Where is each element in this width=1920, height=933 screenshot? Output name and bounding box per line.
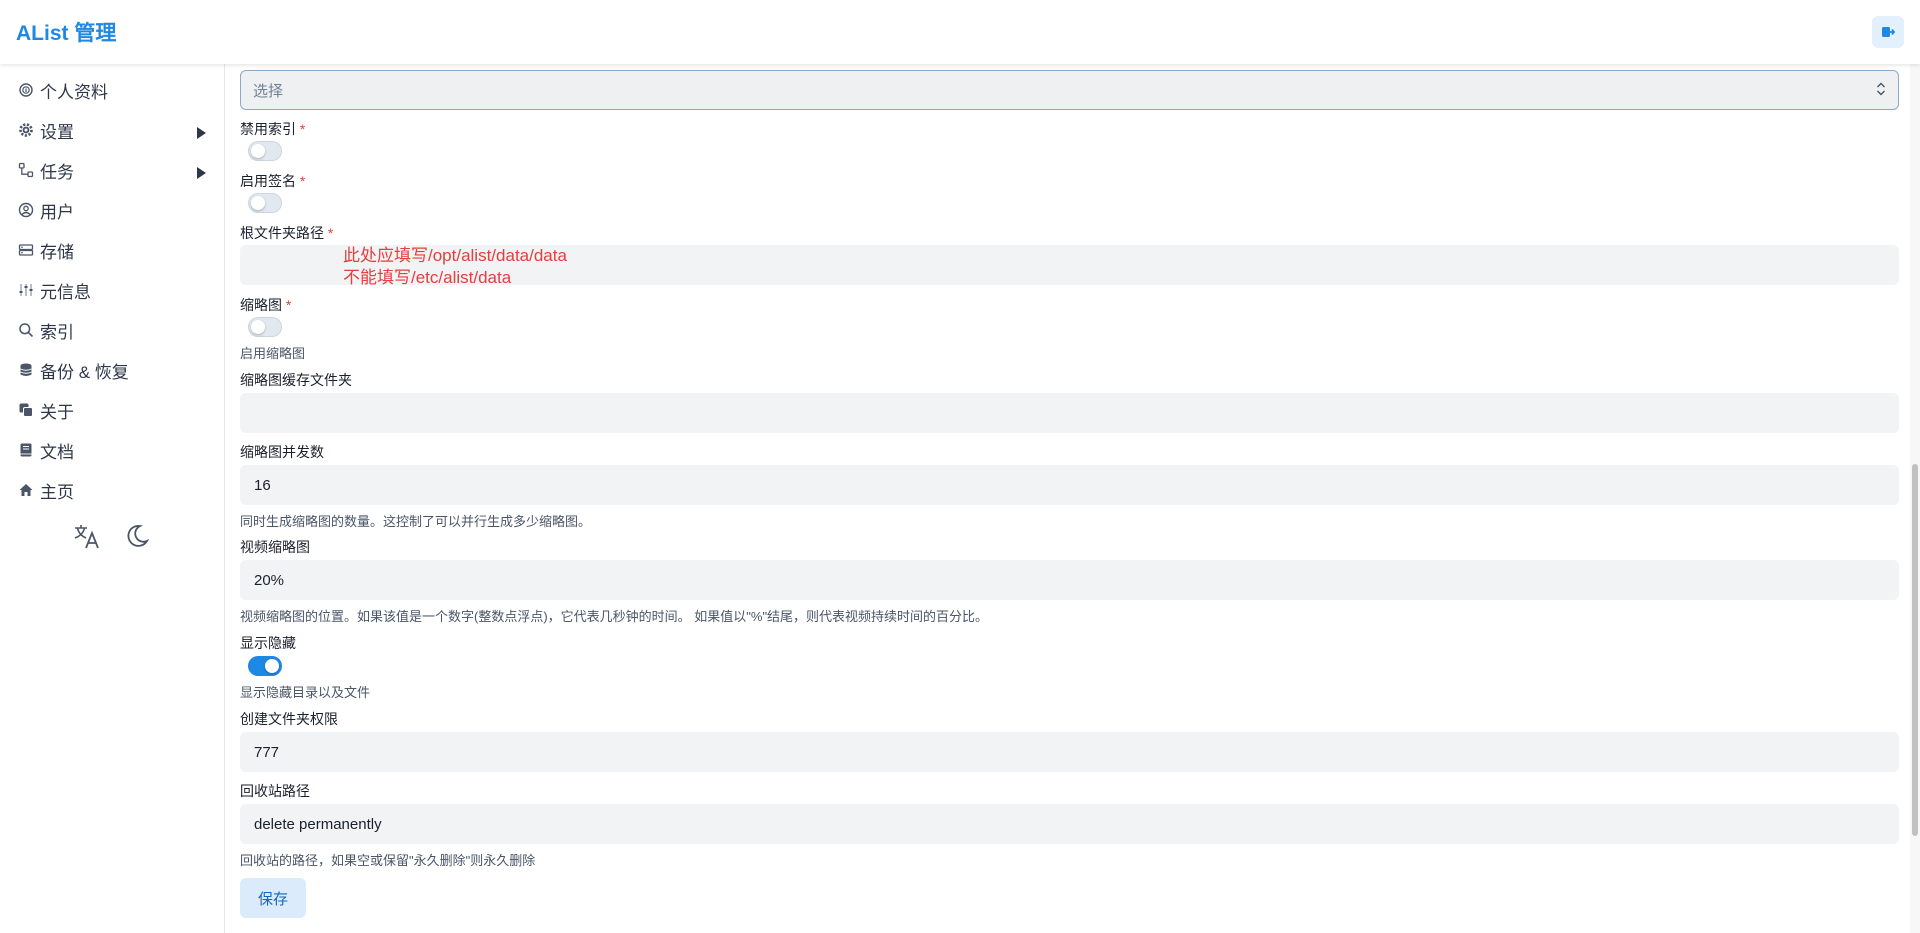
search-icon — [16, 320, 36, 340]
logout-button[interactable] — [1872, 16, 1904, 48]
sidebar: 个人资料 设置 任务 用户 存储 元信息 索引 备份 & 恢复 关于 文档 主页 — [0, 64, 225, 933]
server-icon — [16, 240, 36, 260]
sidebar-item-storage[interactable]: 存储 — [0, 230, 224, 270]
scrollbar-thumb[interactable] — [1912, 464, 1918, 836]
sidebar-item-about[interactable]: 关于 — [0, 390, 224, 430]
thumb-cache-input[interactable] — [240, 393, 1899, 433]
thumbnail-toggle[interactable] — [248, 317, 282, 337]
mkdir-perm-input[interactable]: 777 — [240, 732, 1899, 772]
copy-icon — [16, 400, 36, 420]
sidebar-item-home[interactable]: 主页 — [0, 470, 224, 510]
thumbnail-help: 启用缩略图 — [240, 346, 306, 361]
video-thumb-input[interactable]: 20% — [240, 560, 1899, 600]
disable-index-toggle[interactable] — [248, 141, 282, 161]
thumb-concurrency-input[interactable]: 16 — [240, 465, 1899, 505]
video-thumb-help: 视频缩略图的位置。如果该值是一个数字(整数点浮点)，它代表几秒钟的时间。 如果值… — [240, 609, 989, 624]
language-icon[interactable] — [73, 522, 101, 550]
sidebar-item-label: 文档 — [40, 442, 74, 462]
sidebar-item-index[interactable]: 索引 — [0, 310, 224, 350]
video-thumb-label: 视频缩略图 — [240, 539, 310, 555]
settings-form: 选择 禁用索引 * 启用签名 * 根文件夹路径 * 此处应填写/opt/alis… — [240, 64, 1899, 933]
logout-icon — [1882, 27, 1895, 37]
show-hidden-label: 显示隐藏 — [240, 635, 296, 651]
sidebar-item-label: 索引 — [40, 322, 74, 342]
enable-sign-toggle[interactable] — [248, 193, 282, 213]
expand-arrow-icon[interactable] — [196, 164, 206, 184]
sidebar-item-settings[interactable]: 设置 — [0, 110, 224, 150]
sidebar-item-profile[interactable]: 个人资料 — [0, 70, 224, 110]
top-header: AList 管理 — [0, 0, 1920, 64]
sidebar-item-users[interactable]: 用户 — [0, 190, 224, 230]
sidebar-item-docs[interactable]: 文档 — [0, 430, 224, 470]
expand-arrow-icon[interactable] — [196, 124, 206, 144]
sidebar-footer — [0, 522, 224, 550]
book-icon — [16, 440, 36, 460]
chevron-up-down-icon — [1876, 81, 1886, 101]
workflow-icon — [16, 160, 36, 180]
sidebar-item-label: 关于 — [40, 402, 74, 422]
fingerprint-icon — [16, 80, 36, 100]
recycle-path-input[interactable]: delete permanently — [240, 804, 1899, 844]
home-icon — [16, 480, 36, 500]
sidebar-item-label: 用户 — [40, 202, 74, 222]
show-hidden-help: 显示隐藏目录以及文件 — [240, 685, 371, 700]
thumbnail-label: 缩略图 * — [240, 297, 292, 313]
storage-select[interactable]: 选择 — [240, 70, 1899, 110]
sidebar-item-label: 个人资料 — [40, 82, 108, 102]
sliders-icon — [16, 280, 36, 300]
thumb-concurrency-help: 同时生成缩略图的数量。这控制了可以并行生成多少缩略图。 — [240, 514, 592, 529]
red-annotation: 此处应填写/opt/alist/data/data 不能填写/etc/alist… — [343, 246, 567, 287]
sidebar-item-label: 存储 — [40, 242, 74, 262]
save-button[interactable]: 保存 — [240, 878, 306, 918]
sidebar-item-label: 设置 — [40, 122, 74, 142]
sidebar-item-meta[interactable]: 元信息 — [0, 270, 224, 310]
user-circle-icon — [16, 200, 36, 220]
thumb-concurrency-label: 缩略图并发数 — [240, 444, 324, 460]
sidebar-item-label: 元信息 — [40, 282, 91, 302]
gear-icon — [16, 120, 36, 140]
root-folder-label: 根文件夹路径 * — [240, 225, 334, 241]
disable-index-label: 禁用索引 * — [240, 121, 306, 137]
recycle-path-help: 回收站的路径，如果空或保留"永久删除"则永久删除 — [240, 853, 536, 868]
database-icon — [16, 360, 36, 380]
sidebar-item-label: 备份 & 恢复 — [40, 362, 129, 382]
sidebar-item-label: 任务 — [40, 162, 74, 182]
select-placeholder: 选择 — [253, 82, 284, 100]
enable-sign-label: 启用签名 * — [240, 173, 306, 189]
thumb-cache-label: 缩略图缓存文件夹 — [240, 372, 352, 388]
show-hidden-toggle[interactable] — [248, 656, 282, 676]
mkdir-perm-label: 创建文件夹权限 — [240, 711, 338, 727]
sidebar-item-backup[interactable]: 备份 & 恢复 — [0, 350, 224, 390]
sidebar-item-tasks[interactable]: 任务 — [0, 150, 224, 190]
page-scrollbar[interactable] — [1910, 64, 1920, 933]
recycle-path-label: 回收站路径 — [240, 783, 310, 799]
moon-icon[interactable] — [123, 522, 151, 550]
app-title[interactable]: AList 管理 — [16, 17, 116, 47]
sidebar-item-label: 主页 — [40, 482, 74, 502]
